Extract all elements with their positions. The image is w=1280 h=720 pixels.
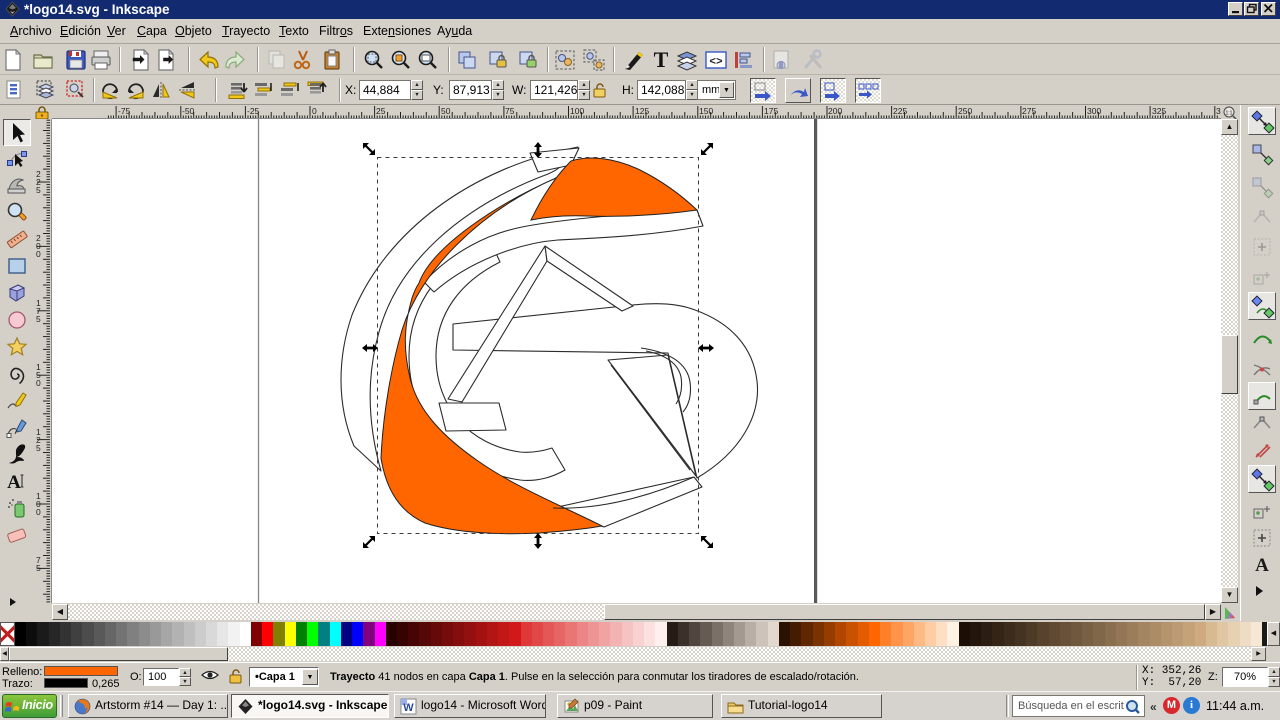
svg-text:T: T xyxy=(654,48,669,72)
svg-text:1:1: 1:1 xyxy=(1226,111,1233,117)
svg-text:A: A xyxy=(1255,555,1269,576)
svg-text:<>: <> xyxy=(709,57,723,69)
svg-text:W: W xyxy=(403,702,414,714)
svg-text:A: A xyxy=(7,472,21,493)
